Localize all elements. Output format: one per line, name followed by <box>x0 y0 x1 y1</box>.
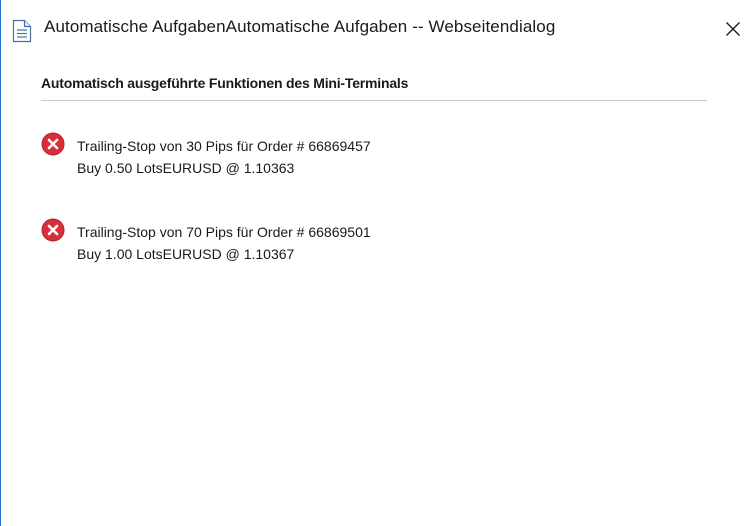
section-header: Automatisch ausgeführte Funktionen des M… <box>41 75 707 101</box>
title-bar[interactable]: Automatische AufgabenAutomatische Aufgab… <box>1 0 756 60</box>
dialog-window: Automatische AufgabenAutomatische Aufgab… <box>0 0 756 526</box>
close-button[interactable] <box>708 10 756 48</box>
close-icon <box>726 22 740 36</box>
error-icon <box>41 218 65 242</box>
task-description: Trailing-Stop von 30 Pips für Order # 66… <box>77 138 371 154</box>
document-icon <box>12 19 32 43</box>
error-icon <box>41 132 65 156</box>
task-order-details: Buy 0.50 LotsEURUSD @ 1.10363 <box>77 160 295 176</box>
task-description: Trailing-Stop von 70 Pips für Order # 66… <box>77 224 371 240</box>
window-title: Automatische AufgabenAutomatische Aufgab… <box>44 17 556 36</box>
dialog-content: Automatisch ausgeführte Funktionen des M… <box>41 75 707 267</box>
task-item: Trailing-Stop von 30 Pips für Order # 66… <box>41 129 707 181</box>
task-order-details: Buy 1.00 LotsEURUSD @ 1.10367 <box>77 246 295 262</box>
task-item: Trailing-Stop von 70 Pips für Order # 66… <box>41 215 707 267</box>
